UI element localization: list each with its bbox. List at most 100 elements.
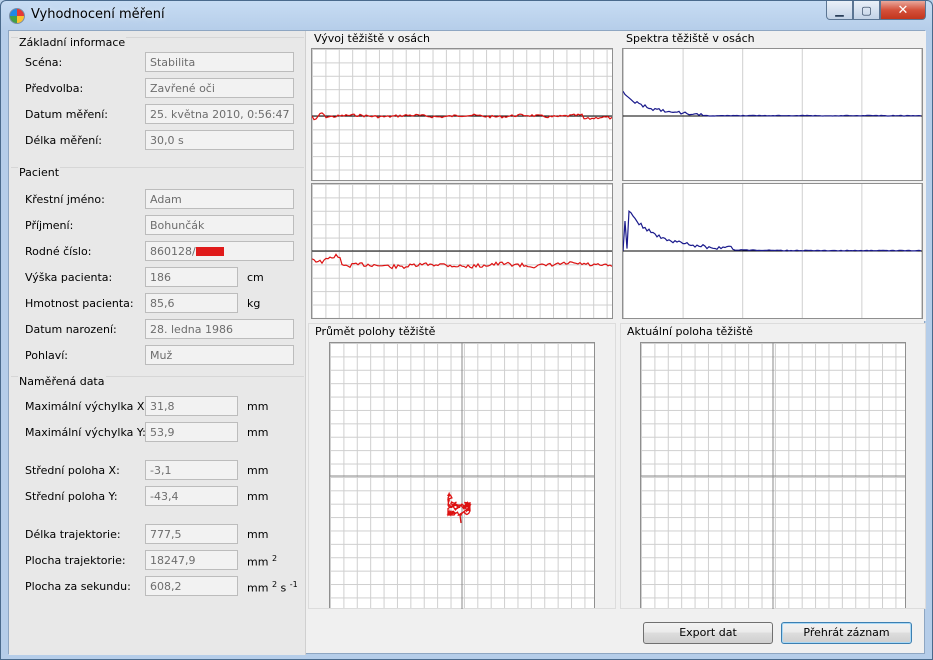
spectrum-y-line: [623, 210, 922, 252]
mean-y-field[interactable]: -43,4: [145, 486, 238, 506]
height-unit: cm: [247, 271, 264, 284]
first-name-field[interactable]: Adam: [145, 189, 294, 209]
avg-position-title: Průmět polohy těžiště: [315, 325, 436, 338]
spectra-graph-title: Spektra těžiště v osách: [626, 32, 755, 45]
area-per-sec-exp-b: -1: [289, 580, 298, 589]
avg-position-svg: [330, 343, 594, 609]
date-label: Datum měření:: [25, 108, 108, 121]
mean-x-row: Střední poloha X: -3,1 mm: [11, 460, 304, 480]
mean-y-unit: mm: [247, 490, 269, 503]
max-y-row: Maximální výchylka Y: 53,9 mm: [11, 422, 304, 442]
area-per-sec-unit: mm 2 s -1: [247, 580, 298, 595]
traj-area-unit-base: mm: [247, 555, 269, 569]
play-record-button[interactable]: Přehrát záznam: [781, 622, 912, 644]
scene-field[interactable]: Stabilita: [145, 52, 294, 72]
close-button[interactable]: ✕: [880, 1, 926, 20]
surname-field[interactable]: Bohunčák: [145, 215, 294, 235]
birth-date-label: Datum narození:: [25, 323, 117, 336]
max-x-row: Maximální výchylka X: 31,8 mm: [11, 396, 304, 416]
max-y-unit: mm: [247, 426, 269, 439]
basic-info-title: Základní informace: [18, 36, 127, 49]
length-field[interactable]: 30,0 s: [145, 130, 294, 150]
app-icon: [9, 8, 25, 24]
info-panel: Základní informace Scéna: Stabilita Před…: [9, 31, 306, 655]
cog-time-y-plot: [311, 183, 613, 319]
basic-info-group: Základní informace Scéna: Stabilita Před…: [11, 36, 304, 161]
length-label: Délka měření:: [25, 134, 102, 147]
height-row: Výška pacienta: 186 cm: [11, 267, 304, 287]
sex-label: Pohlaví:: [25, 349, 69, 362]
scene-label: Scéna:: [25, 56, 63, 69]
current-position-panel: Aktuální poloha těžiště: [620, 323, 926, 609]
spectrum-x-line: [623, 90, 922, 117]
spectrum-y-plot: [622, 183, 923, 319]
date-field[interactable]: 25. května 2010, 0:56:47: [145, 104, 294, 124]
first-name-label: Křestní jméno:: [25, 193, 105, 206]
height-label: Výška pacienta:: [25, 271, 113, 284]
area-per-sec-label: Plocha za sekundu:: [25, 580, 131, 593]
height-field[interactable]: 186: [145, 267, 238, 287]
traj-len-row: Délka trajektorie: 777,5 mm: [11, 524, 304, 544]
traj-area-field[interactable]: 18247,9: [145, 550, 238, 570]
spectra-graph-panel: Spektra těžiště v osách: [620, 31, 926, 321]
birth-date-field[interactable]: 28. ledna 1986: [145, 319, 294, 339]
mean-x-label: Střední poloha X:: [25, 464, 120, 477]
scene-row: Scéna: Stabilita: [11, 52, 304, 72]
area-per-sec-row: Plocha za sekundu: 608,2 mm 2 s -1: [11, 576, 304, 596]
minimize-button[interactable]: ▁: [826, 1, 853, 20]
window-title: Vyhodnocení měření: [31, 7, 165, 22]
cog-time-x-plot: [311, 48, 613, 181]
birth-number-field[interactable]: 860128/: [145, 241, 294, 261]
traj-area-row: Plocha trajektorie: 18247,9 mm 2: [11, 550, 304, 570]
area-per-sec-unit-b: s: [280, 581, 287, 595]
weight-unit: kg: [247, 297, 261, 310]
first-name-row: Křestní jméno: Adam: [11, 189, 304, 209]
current-position-plot: [640, 342, 906, 609]
client-area: Základní informace Scéna: Stabilita Před…: [8, 30, 926, 655]
measured-data-group: Naměřená data Maximální výchylka X: 31,8…: [11, 375, 304, 646]
max-x-unit: mm: [247, 400, 269, 413]
surname-label: Příjmení:: [25, 219, 74, 232]
date-row: Datum měření: 25. května 2010, 0:56:47: [11, 104, 304, 124]
max-y-field[interactable]: 53,9: [145, 422, 238, 442]
mean-x-unit: mm: [247, 464, 269, 477]
traj-len-label: Délka trajektorie:: [25, 528, 121, 541]
cog-time-graph-title: Vývoj těžiště v osách: [314, 32, 430, 45]
cog-time-y-svg: [312, 250, 612, 270]
maximize-button[interactable]: ▢: [853, 1, 880, 20]
traj-area-unit: mm 2: [247, 554, 277, 569]
patient-group: Pacient Křestní jméno: Adam Příjmení: Bo…: [11, 166, 304, 373]
traj-len-field[interactable]: 777,5: [145, 524, 238, 544]
avg-position-plot: [329, 342, 595, 609]
traj-len-unit: mm: [247, 528, 269, 541]
close-icon: ✕: [897, 2, 909, 18]
trajectory-path: [446, 491, 472, 524]
surname-row: Příjmení: Bohunčák: [11, 215, 304, 235]
weight-field[interactable]: 85,6: [145, 293, 238, 313]
signal-y-line: [312, 253, 612, 270]
weight-label: Hmotnost pacienta:: [25, 297, 134, 310]
mean-x-field[interactable]: -3,1: [145, 460, 238, 480]
title-bar[interactable]: Vyhodnocení měření ▁ ▢ ✕: [1, 1, 932, 29]
max-y-label: Maximální výchylka Y:: [25, 426, 146, 439]
area-per-sec-exp-a: 2: [271, 580, 278, 589]
traj-area-label: Plocha trajektorie:: [25, 554, 126, 567]
traj-area-unit-exp: 2: [271, 554, 278, 563]
birth-number-value: 860128/: [150, 245, 196, 258]
length-row: Délka měření: 30,0 s: [11, 130, 304, 150]
birth-number-label: Rodné číslo:: [25, 245, 92, 258]
minimize-icon: ▁: [835, 3, 844, 17]
cog-time-x-svg: [312, 112, 612, 121]
export-data-button[interactable]: Export dat: [643, 622, 773, 644]
sex-field[interactable]: Muž: [145, 345, 294, 365]
maximize-icon: ▢: [861, 3, 872, 17]
measured-data-title: Naměřená data: [18, 375, 106, 388]
signal-x-line: [312, 112, 612, 121]
current-position-svg: [641, 343, 905, 609]
mean-y-label: Střední poloha Y:: [25, 490, 118, 503]
current-position-title: Aktuální poloha těžiště: [627, 325, 753, 338]
area-per-sec-field[interactable]: 608,2: [145, 576, 238, 596]
birth-number-row: Rodné číslo: 860128/: [11, 241, 304, 261]
preset-field[interactable]: Zavřené oči: [145, 78, 294, 98]
max-x-field[interactable]: 31,8: [145, 396, 238, 416]
